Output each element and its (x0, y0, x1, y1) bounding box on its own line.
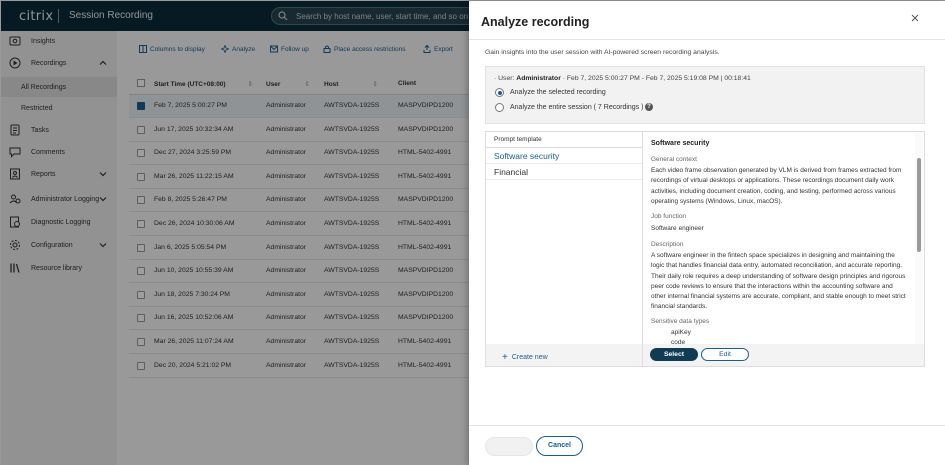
description-label: Description (651, 241, 684, 248)
edit-button[interactable]: Edit (701, 348, 749, 361)
divider (469, 39, 945, 40)
radio-label-analyze-selected: Analyze the selected recording (510, 89, 606, 96)
scrollbar[interactable] (915, 132, 923, 344)
select-button[interactable]: Select (650, 348, 698, 361)
radio-label-analyze-entire-session: Analyze the entire session ( 7 Recording… (510, 104, 644, 111)
job-function-text: Software engineer (651, 225, 704, 232)
analyze-recording-panel: Analyze recording Gain insights into the… (469, 1, 945, 465)
session-options: · User: Administrator · Feb 7, 2025 5:00… (485, 66, 925, 124)
description-text: A software engineer in the fintech space… (651, 252, 906, 311)
cancel-button[interactable]: Cancel (536, 436, 583, 456)
radio-analyze-entire-session[interactable] (495, 103, 504, 112)
sensitive-data-types-label: Sensitive data types (651, 318, 710, 325)
help-icon[interactable]: ? (645, 103, 653, 111)
job-function-label: Job function (651, 213, 687, 220)
panel-description: Gain insights into the user session with… (485, 49, 720, 56)
plus-icon: + (502, 352, 508, 363)
prompt-detail-title: Software security (651, 140, 710, 147)
divider (469, 425, 945, 426)
scrollbar-thumb[interactable] (917, 158, 921, 252)
radio-analyze-selected[interactable] (495, 88, 504, 97)
general-context-text: Each video frame observation generated b… (651, 167, 902, 205)
prompt-detail-footer: Select Edit (643, 344, 924, 366)
prompt-template-list: Prompt template Software security Financ… (486, 132, 643, 366)
prompt-item-financial[interactable]: Financial (486, 164, 642, 180)
analyze-button-disabled[interactable] (485, 437, 533, 456)
modal-backdrop[interactable] (1, 1, 469, 465)
prompt-item-software-security[interactable]: Software security (486, 148, 642, 164)
close-icon[interactable] (910, 13, 920, 23)
prompt-template-section: Prompt template Software security Financ… (485, 131, 925, 367)
general-context-label: General context (651, 156, 697, 163)
panel-title: Analyze recording (481, 15, 590, 29)
create-new-button[interactable]: + Create new (502, 352, 548, 363)
sensitive-data-item: apiKey (671, 329, 691, 336)
prompt-template-header: Prompt template (486, 132, 642, 148)
prompt-detail: Software security General context Each v… (643, 132, 924, 344)
session-info: · User: Administrator · Feb 7, 2025 5:00… (494, 75, 751, 82)
prompt-list-footer: + Create new (486, 344, 642, 366)
